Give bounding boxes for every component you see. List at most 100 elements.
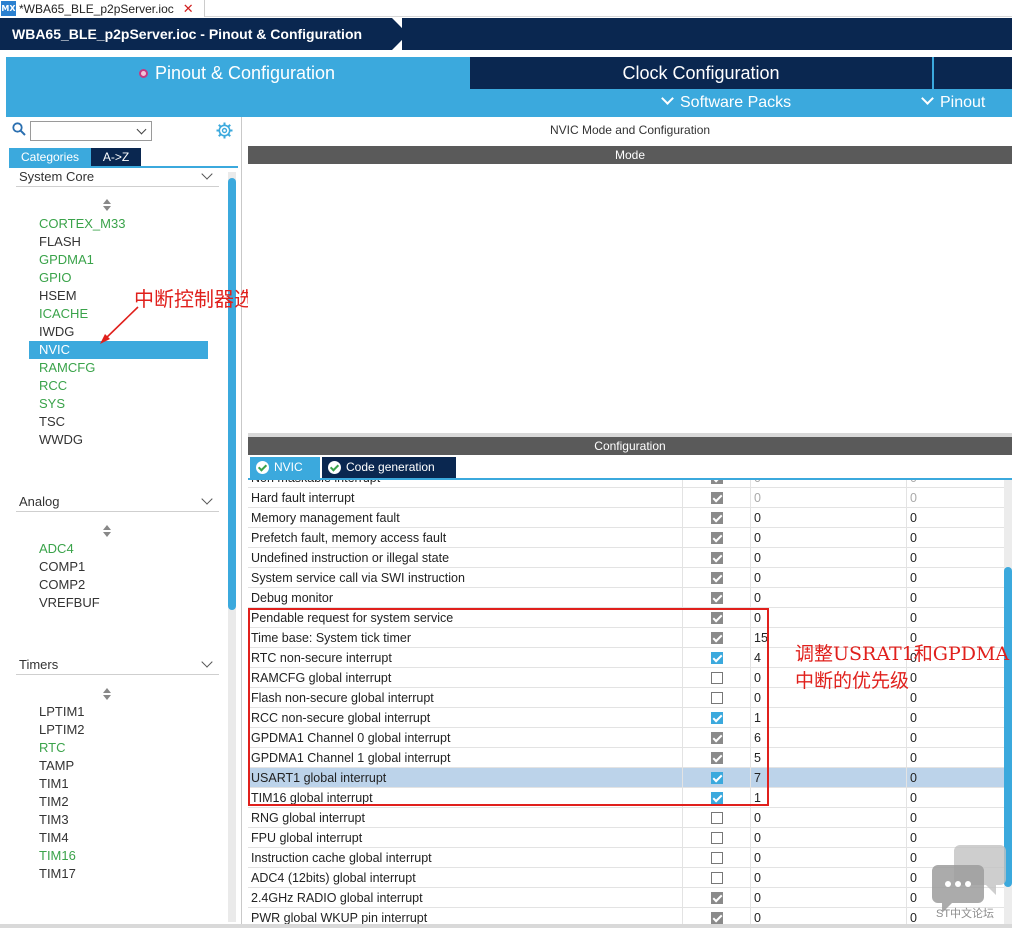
preemption-priority-cell[interactable]: 0 (750, 868, 906, 888)
sub-priority-cell[interactable]: 0 (906, 708, 1004, 728)
list-item[interactable]: TIM17 (29, 865, 209, 883)
list-item[interactable]: LPTIM2 (29, 721, 209, 739)
enabled-checkbox[interactable] (711, 772, 723, 784)
sub-priority-cell[interactable]: 0 (906, 808, 1004, 828)
preemption-priority-cell[interactable]: 0 (750, 828, 906, 848)
enabled-checkbox[interactable] (711, 752, 723, 764)
enabled-checkbox[interactable] (711, 592, 723, 604)
list-item[interactable]: WWDG (29, 431, 209, 449)
table-row[interactable]: Hard fault interrupt 0 0 (248, 488, 1004, 508)
preemption-priority-cell[interactable]: 0 (750, 808, 906, 828)
breadcrumb-item[interactable]: WBA65_BLE_p2pServer.ioc - Pinout & Confi… (0, 18, 410, 50)
sort-arrows-icon[interactable] (102, 525, 112, 537)
enabled-checkbox[interactable] (711, 672, 723, 684)
group-header-analog[interactable]: Analog (16, 492, 219, 512)
sub-priority-cell[interactable]: 0 (906, 508, 1004, 528)
table-row[interactable]: RNG global interrupt 0 0 (248, 808, 1004, 828)
list-item[interactable]: RAMCFG (29, 359, 209, 377)
sub-priority-cell[interactable]: 0 (906, 788, 1004, 808)
sub-priority-cell[interactable]: 0 (906, 608, 1004, 628)
preemption-priority-cell[interactable]: 6 (750, 728, 906, 748)
preemption-priority-cell[interactable]: 0 (750, 508, 906, 528)
preemption-priority-cell[interactable]: 7 (750, 768, 906, 788)
list-item[interactable]: VREFBUF (29, 594, 209, 612)
gear-icon[interactable] (216, 122, 233, 139)
table-row[interactable]: FPU global interrupt 0 0 (248, 828, 1004, 848)
enabled-checkbox[interactable] (711, 532, 723, 544)
enabled-checkbox[interactable] (711, 892, 723, 904)
list-item[interactable]: SYS (29, 395, 209, 413)
table-row[interactable]: 2.4GHz RADIO global interrupt 0 0 (248, 888, 1004, 908)
sub-priority-cell[interactable]: 0 (906, 480, 1004, 488)
sub-priority-cell[interactable]: 0 (906, 768, 1004, 788)
table-row[interactable]: Non maskable interrupt 00 (248, 480, 1004, 488)
tab-clock-configuration[interactable]: Clock Configuration (470, 57, 932, 89)
enabled-checkbox[interactable] (711, 612, 723, 624)
enabled-checkbox[interactable] (711, 492, 723, 504)
tab-pinout-configuration[interactable]: Pinout & Configuration (6, 57, 468, 89)
list-item[interactable]: RTC (29, 739, 209, 757)
pinout-menu[interactable]: Pinout (921, 89, 985, 117)
list-item[interactable]: TAMP (29, 757, 209, 775)
sub-priority-cell[interactable]: 0 (906, 488, 1004, 508)
tab-a-to-z[interactable]: A->Z (91, 148, 141, 166)
table-row[interactable]: Debug monitor 0 0 (248, 588, 1004, 608)
enabled-checkbox[interactable] (711, 512, 723, 524)
scrollbar-thumb[interactable] (1004, 567, 1012, 887)
group-header-timers[interactable]: Timers (16, 655, 219, 675)
table-row[interactable]: Instruction cache global interrupt 0 0 (248, 848, 1004, 868)
enabled-checkbox[interactable] (711, 712, 723, 724)
preemption-priority-cell[interactable]: 0 (750, 480, 906, 488)
enabled-checkbox[interactable] (711, 552, 723, 564)
sub-priority-cell[interactable]: 0 (906, 568, 1004, 588)
search-input[interactable] (30, 121, 152, 141)
preemption-priority-cell[interactable]: 0 (750, 848, 906, 868)
search-icon[interactable] (12, 122, 26, 136)
enabled-checkbox[interactable] (711, 632, 723, 644)
table-row[interactable]: System service call via SWI instruction 0… (248, 568, 1004, 588)
table-row[interactable]: RCC non-secure global interrupt 1 0 (248, 708, 1004, 728)
sub-priority-cell[interactable]: 0 (906, 548, 1004, 568)
sort-arrows-icon[interactable] (102, 199, 112, 211)
enabled-checkbox[interactable] (711, 792, 723, 804)
enabled-checkbox[interactable] (711, 480, 723, 484)
sub-priority-cell[interactable]: 0 (906, 728, 1004, 748)
enabled-checkbox[interactable] (711, 812, 723, 824)
enabled-checkbox[interactable] (711, 832, 723, 844)
preemption-priority-cell[interactable]: 0 (750, 888, 906, 908)
close-icon[interactable]: ✕ (183, 1, 194, 17)
enabled-checkbox[interactable] (711, 872, 723, 884)
table-row[interactable]: ADC4 (12bits) global interrupt 0 0 (248, 868, 1004, 888)
list-item[interactable]: COMP1 (29, 558, 209, 576)
table-row[interactable]: TIM16 global interrupt 1 0 (248, 788, 1004, 808)
preemption-priority-cell[interactable]: 0 (750, 488, 906, 508)
file-tab[interactable]: MX *WBA65_BLE_p2pServer.ioc ✕ (0, 0, 205, 17)
preemption-priority-cell[interactable]: 5 (750, 748, 906, 768)
scrollbar-thumb[interactable] (228, 178, 236, 610)
list-item[interactable]: TIM4 (29, 829, 209, 847)
list-item[interactable]: FLASH (29, 233, 209, 251)
table-row[interactable]: Memory management fault 0 0 (248, 508, 1004, 528)
preemption-priority-cell[interactable]: 0 (750, 568, 906, 588)
list-item[interactable]: LPTIM1 (29, 703, 209, 721)
list-item[interactable]: TIM16 (29, 847, 209, 865)
table-row[interactable]: GPDMA1 Channel 1 global interrupt 5 0 (248, 748, 1004, 768)
enabled-checkbox[interactable] (711, 912, 723, 924)
preemption-priority-cell[interactable]: 0 (750, 608, 906, 628)
list-item[interactable]: CORTEX_M33 (29, 215, 209, 233)
enabled-checkbox[interactable] (711, 652, 723, 664)
enabled-checkbox[interactable] (711, 692, 723, 704)
list-item[interactable]: ADC4 (29, 540, 209, 558)
preemption-priority-cell[interactable]: 0 (750, 528, 906, 548)
table-row[interactable]: Pendable request for system service 0 0 (248, 608, 1004, 628)
tab-code-generation[interactable]: Code generation (322, 457, 456, 478)
tab-overflow[interactable] (934, 57, 1012, 89)
chevron-down-icon[interactable] (136, 124, 147, 135)
sub-priority-cell[interactable]: 0 (906, 588, 1004, 608)
list-item[interactable]: TSC (29, 413, 209, 431)
list-item[interactable]: TIM1 (29, 775, 209, 793)
preemption-priority-cell[interactable]: 0 (750, 548, 906, 568)
list-item[interactable]: TIM2 (29, 793, 209, 811)
list-item[interactable]: RCC (29, 377, 209, 395)
tab-categories[interactable]: Categories (9, 148, 91, 166)
